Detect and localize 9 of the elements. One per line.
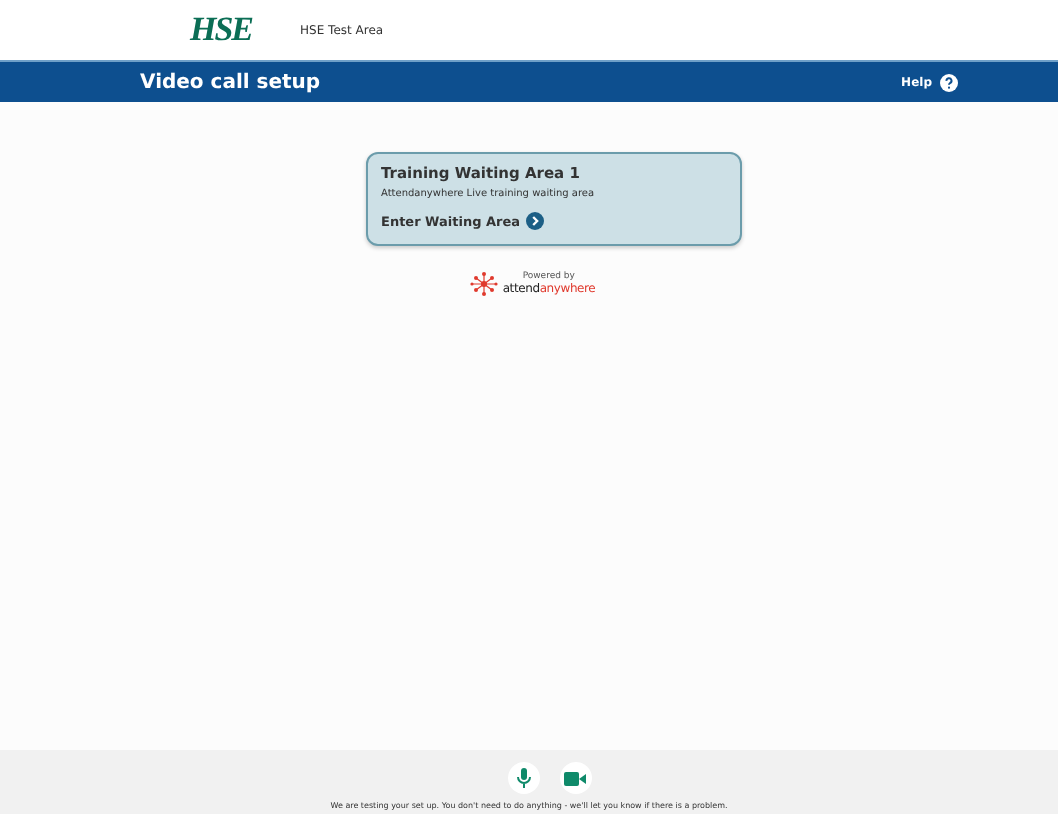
arrow-circle-icon [526,212,545,230]
video-camera-icon [564,771,586,785]
microphone-icon [515,768,531,788]
logo: HSE [190,10,253,50]
microphone-button[interactable] [507,762,539,794]
camera-button[interactable] [559,762,591,794]
page-title: Video call setup [140,71,321,93]
help-icon [940,73,958,91]
brand-mark-icon [470,270,499,298]
